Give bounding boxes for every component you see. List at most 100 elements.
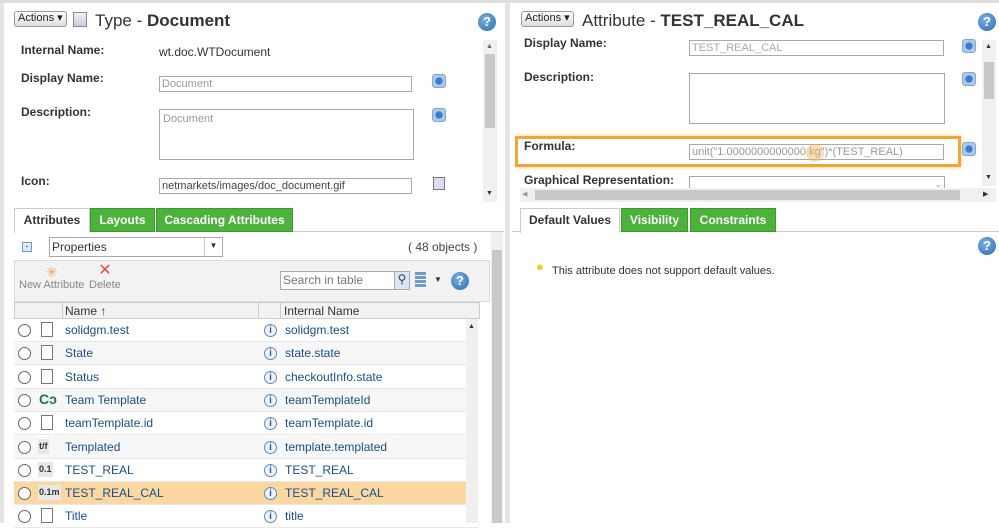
description-field[interactable]: Document <box>159 109 414 160</box>
info-icon[interactable]: i <box>264 487 277 501</box>
row-radio[interactable] <box>18 463 31 477</box>
help-icon[interactable]: ? <box>978 237 996 255</box>
row-radio[interactable] <box>18 324 31 337</box>
attribute-name-link[interactable]: Title <box>65 509 87 523</box>
info-icon[interactable]: i <box>264 393 277 407</box>
right-form-scrollbar[interactable]: ▲ ▼ <box>982 40 996 186</box>
attribute-name-link[interactable]: Team Template <box>65 393 146 407</box>
info-icon[interactable]: i <box>264 463 277 477</box>
icon-label: Icon: <box>21 174 50 188</box>
search-icon[interactable]: ⚲ <box>394 271 410 290</box>
row-radio[interactable] <box>18 347 31 361</box>
table-row[interactable]: Status i checkoutInfo.state <box>14 365 478 389</box>
actions-label: Actions <box>525 12 562 24</box>
formula-label: Formula: <box>524 139 576 153</box>
left-panel-scrollbar[interactable] <box>491 232 503 523</box>
internal-name-value: wt.doc.WTDocument <box>159 45 271 59</box>
table-view-icon[interactable] <box>415 272 426 288</box>
internal-name-link[interactable]: teamTemplateId <box>285 393 370 407</box>
help-icon[interactable]: ? <box>978 13 996 31</box>
object-count: ( 48 objects ) <box>408 240 478 254</box>
localize-icon[interactable] <box>432 108 446 122</box>
right-actions-button[interactable]: Actions ▾ <box>521 11 574 27</box>
table-row[interactable]: t/f Templated i template.templated <box>14 435 478 459</box>
table-row[interactable]: State i state.state <box>14 342 478 366</box>
table-row[interactable]: Title i title <box>14 505 478 528</box>
row-radio[interactable] <box>18 393 31 407</box>
right-form-hscrollbar[interactable]: ◀ ▶ <box>520 188 996 202</box>
table-row[interactable]: 0.1 TEST_REAL i TEST_REAL <box>14 458 478 482</box>
tab-cascading-attributes[interactable]: Cascading Attributes <box>156 208 293 232</box>
internal-name-link[interactable]: teamTemplate.id <box>285 416 373 430</box>
sort-ascending-icon: ↑ <box>100 304 107 318</box>
internal-name-link[interactable]: state.state <box>285 346 340 360</box>
display-name-field[interactable]: TEST_REAL_CAL <box>689 40 944 56</box>
tab-layouts[interactable]: Layouts <box>90 208 155 232</box>
table-help-icon[interactable]: ? <box>451 272 469 290</box>
help-icon[interactable]: ? <box>478 13 496 31</box>
description-field[interactable] <box>689 73 945 124</box>
table-scrollbar[interactable]: ▲ <box>466 319 478 523</box>
chevron-down-icon: ▼ <box>204 238 222 256</box>
table-row[interactable]: 0.1m TEST_REAL_CAL i TEST_REAL_CAL <box>14 482 478 506</box>
tab-visibility[interactable]: Visibility <box>621 208 688 232</box>
table-row[interactable]: solidgm.test i solidgm.test <box>14 319 478 342</box>
attribute-name-link[interactable]: solidgm.test <box>65 323 129 337</box>
graphical-representation-select[interactable]: ⌄ <box>689 176 945 188</box>
internal-name-link[interactable]: checkoutInfo.state <box>285 370 382 384</box>
table-row[interactable]: Cɔ Team Template i teamTemplateId <box>14 388 478 412</box>
internal-name-link[interactable]: TEST_REAL_CAL <box>285 486 384 500</box>
icon-path-field[interactable]: netmarkets/images/doc_document.gif <box>159 178 412 194</box>
column-header-internal-name[interactable]: Internal Name <box>280 302 478 319</box>
internal-name-link[interactable]: template.templated <box>285 440 387 454</box>
row-radio[interactable] <box>18 510 31 524</box>
tab-attributes[interactable]: Attributes <box>14 208 90 233</box>
collapse-icon[interactable]: - <box>22 242 32 252</box>
info-icon[interactable]: i <box>264 324 277 337</box>
boolean-icon: t/f <box>38 438 49 454</box>
document-icon <box>41 415 53 431</box>
description-label: Description: <box>21 105 92 119</box>
panel-divider[interactable] <box>505 3 510 523</box>
left-form-scrollbar[interactable]: ▲ ▼ <box>483 40 497 202</box>
info-icon[interactable]: i <box>264 510 277 524</box>
row-radio[interactable] <box>18 440 31 454</box>
attribute-name-link[interactable]: Status <box>65 370 99 384</box>
attribute-name-link[interactable]: teamTemplate.id <box>65 416 153 430</box>
row-radio[interactable] <box>18 487 31 501</box>
lightbulb-icon: ● <box>536 259 544 274</box>
info-icon[interactable]: i <box>264 440 277 454</box>
real-unit-icon: 0.1m <box>38 485 61 501</box>
new-attribute-button[interactable]: ✳ New Attribute <box>19 265 84 291</box>
left-actions-button[interactable]: Actions ▾ <box>14 11 67 27</box>
document-icon <box>41 322 53 337</box>
localize-icon[interactable] <box>962 142 976 156</box>
tab-constraints[interactable]: Constraints <box>690 208 776 232</box>
attribute-name-link[interactable]: TEST_REAL_CAL <box>65 486 164 500</box>
graphical-representation-label: Graphical Representation: <box>524 173 675 187</box>
localize-icon[interactable] <box>962 39 976 53</box>
view-dropdown-icon[interactable]: ▼ <box>434 275 442 284</box>
internal-name-link[interactable]: title <box>285 509 304 523</box>
table-search-input[interactable]: Search in table <box>280 271 395 290</box>
row-radio[interactable] <box>18 417 31 431</box>
internal-name-link[interactable]: TEST_REAL <box>285 463 354 477</box>
table-row[interactable]: teamTemplate.id i teamTemplate.id <box>14 412 478 436</box>
info-icon[interactable]: i <box>264 417 277 431</box>
localize-icon[interactable] <box>962 72 976 86</box>
row-radio[interactable] <box>18 370 31 384</box>
tab-default-values[interactable]: Default Values <box>520 208 620 233</box>
column-header-name[interactable]: Name ↑ <box>62 302 259 319</box>
internal-name-link[interactable]: solidgm.test <box>285 323 349 337</box>
delete-button[interactable]: ✕ Delete <box>89 263 121 292</box>
attribute-name-link[interactable]: State <box>65 346 93 360</box>
display-name-field[interactable]: Document <box>159 76 412 92</box>
localize-icon[interactable] <box>432 74 446 88</box>
actions-label: Actions <box>18 12 55 24</box>
display-name-label: Display Name: <box>21 71 104 85</box>
attribute-name-link[interactable]: Templated <box>65 440 120 454</box>
info-icon[interactable]: i <box>264 370 277 384</box>
view-select[interactable]: Properties ▼ <box>49 237 223 257</box>
attribute-name-link[interactable]: TEST_REAL <box>65 463 134 477</box>
info-icon[interactable]: i <box>264 347 277 361</box>
